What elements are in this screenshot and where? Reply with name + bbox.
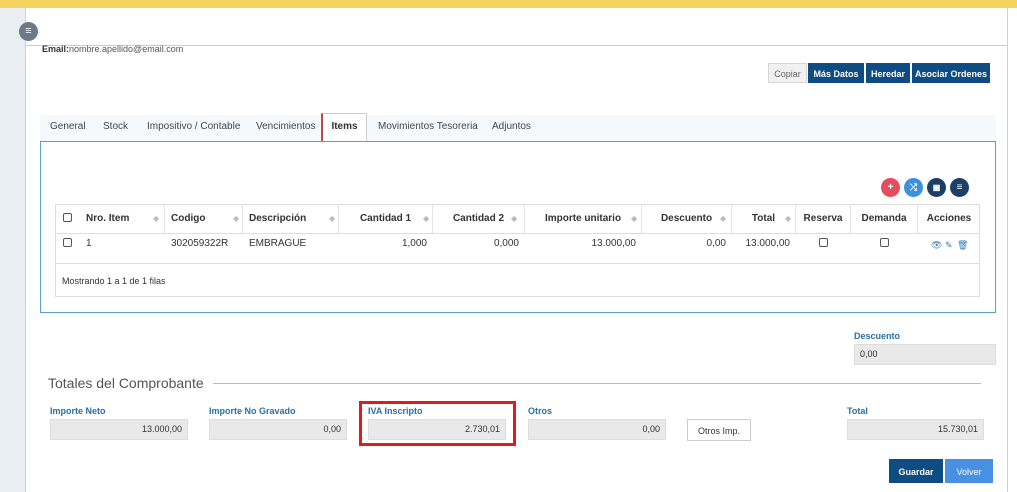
col-cantidad-1[interactable]: Cantidad 1 (339, 204, 433, 233)
view-icon[interactable]: 👁 (931, 240, 942, 251)
grid-icon[interactable]: ▦ (927, 178, 946, 197)
guardar-button[interactable]: Guardar (889, 459, 943, 483)
descuento-field[interactable]: 0,00 (854, 344, 996, 365)
section-divider (213, 383, 981, 384)
importe-no-gravado-label: Importe No Gravado (209, 406, 296, 416)
plus-icon[interactable]: + (881, 178, 900, 197)
table-footer-info: Mostrando 1 a 1 de 1 filas (62, 276, 166, 286)
asociar-ordenes-button[interactable]: Asociar Ordenes (912, 63, 990, 83)
tab-general[interactable]: General (50, 121, 86, 132)
iva-highlight-box (359, 401, 516, 446)
col-descripcion[interactable]: Descripción (243, 204, 339, 233)
row-divider-line (55, 263, 980, 264)
cell-descripcion: EMBRAGUE (249, 238, 307, 249)
left-sidebar-edge (0, 8, 26, 492)
sort-icon[interactable]: ◆ (720, 214, 726, 223)
cell-descuento: 0,00 (706, 238, 726, 249)
otros-imp-button[interactable]: Otros Imp. (687, 419, 751, 441)
total-field[interactable]: 15.730,01 (847, 419, 984, 440)
sort-icon[interactable]: ◆ (785, 214, 791, 223)
importe-neto-label: Importe Neto (50, 406, 106, 416)
tab-movimientos-tesoreria[interactable]: Movimientos Tesoreria (378, 121, 478, 132)
list-icon[interactable]: ≡ (950, 178, 969, 197)
edit-icon[interactable]: ✎ (945, 240, 953, 251)
row-checkbox[interactable] (63, 238, 72, 247)
cell-codigo: 302059322R (171, 238, 229, 249)
select-all-checkbox[interactable] (63, 213, 72, 222)
tab-items[interactable]: Items (321, 113, 367, 142)
email-value: nombre.apellido@email.com (69, 44, 184, 54)
copiar-button[interactable]: Copiar (768, 63, 807, 83)
shuffle-icon[interactable]: ⤮ (904, 178, 923, 197)
sort-icon[interactable]: ◆ (423, 214, 429, 223)
volver-button[interactable]: Volver (945, 459, 993, 483)
tab-vencimientos[interactable]: Vencimientos (256, 121, 315, 132)
col-codigo[interactable]: Codigo (165, 204, 243, 233)
trash-icon[interactable]: 🗑 (957, 240, 968, 251)
sort-icon[interactable]: ◆ (631, 214, 637, 223)
sort-icon[interactable]: ◆ (329, 214, 335, 223)
hamburger-icon[interactable]: ≡ (19, 22, 38, 41)
email-label: Email: (42, 44, 70, 54)
demanda-checkbox[interactable] (880, 238, 889, 247)
sort-icon[interactable]: ◆ (233, 214, 239, 223)
col-acciones: Acciones (926, 213, 972, 224)
col-descuento[interactable]: Descuento (642, 204, 732, 233)
otros-field[interactable]: 0,00 (528, 419, 666, 440)
top-accent-bar (0, 0, 1017, 8)
tab-impositivo-contable[interactable]: Impositivo / Contable (147, 121, 240, 132)
total-label: Total (847, 406, 868, 416)
tab-adjuntos[interactable]: Adjuntos (492, 121, 531, 132)
totales-section-title: Totales del Comprobante (48, 375, 204, 391)
sort-icon[interactable]: ◆ (153, 214, 159, 223)
cell-total: 13.000,00 (745, 238, 791, 249)
cell-nro-item: 1 (86, 238, 92, 249)
cell-importe-unitario: 13.000,00 (591, 238, 637, 249)
col-reserva: Reserva (796, 204, 851, 233)
descuento-label: Descuento (854, 331, 901, 341)
otros-label: Otros (528, 406, 553, 416)
cell-cantidad-1: 1,000 (401, 238, 427, 249)
mas-datos-button[interactable]: Más Datos (808, 63, 864, 83)
email-line: Email:nombre.apellido@email.com (42, 44, 183, 54)
sort-icon[interactable]: ◆ (511, 214, 517, 223)
importe-no-gravado-field[interactable]: 0,00 (209, 419, 347, 440)
cell-cantidad-2: 0,000 (493, 238, 519, 249)
heredar-button[interactable]: Heredar (866, 63, 910, 83)
importe-neto-field[interactable]: 13.000,00 (50, 419, 188, 440)
tab-stock[interactable]: Stock (103, 121, 128, 132)
reserva-checkbox[interactable] (819, 238, 828, 247)
col-importe-unitario[interactable]: Importe unitario (525, 204, 642, 233)
col-demanda: Demanda (851, 204, 918, 233)
